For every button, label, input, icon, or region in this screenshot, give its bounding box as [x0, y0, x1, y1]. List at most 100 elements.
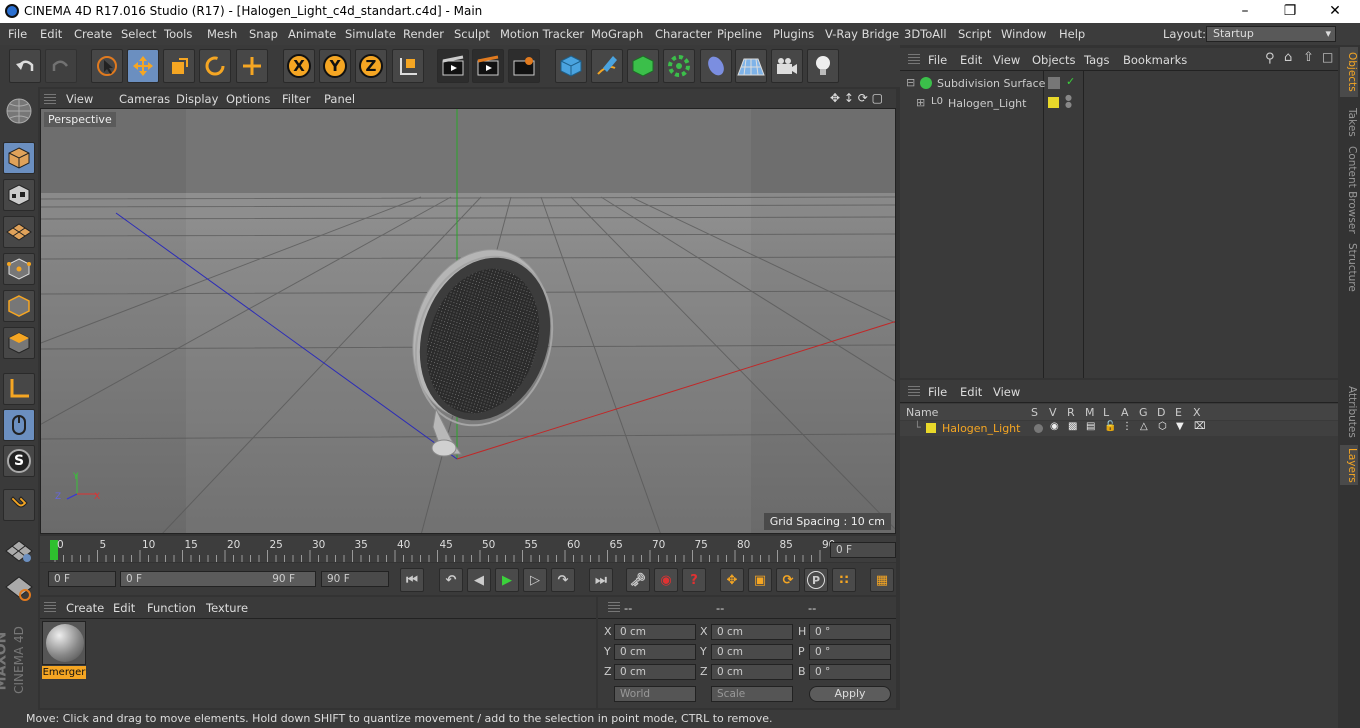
record-keys-button[interactable]: 🗝 [626, 568, 650, 592]
previous-frame-button[interactable]: ◀ [467, 568, 491, 592]
texture-mode-button[interactable] [3, 179, 35, 211]
add-cube-button[interactable] [555, 49, 587, 83]
tree-item[interactable]: ⊞ L0 Halogen_Light ● ● [900, 94, 1338, 112]
col-render[interactable]: R [1067, 406, 1075, 419]
generator-icon[interactable]: △ [1140, 421, 1148, 432]
layer-color-swatch[interactable] [926, 423, 936, 433]
arrow-up-icon[interactable]: ⇧ [1303, 50, 1314, 65]
drag-handle-icon[interactable] [44, 94, 56, 104]
go-to-start-button[interactable]: ⏮ [400, 568, 424, 592]
add-camera-button[interactable] [771, 49, 803, 83]
obj-menu-file[interactable]: File [928, 53, 947, 67]
record-rotation-button[interactable]: ⟳ [776, 568, 800, 592]
position-y-field[interactable]: 0 cm [614, 644, 696, 660]
new-window-icon[interactable]: □ [1322, 50, 1333, 64]
menu-snap[interactable]: Snap [249, 27, 278, 41]
vp-menu-filter[interactable]: Filter [282, 92, 310, 106]
vp-menu-display[interactable]: Display [176, 92, 218, 106]
record-parameter-button[interactable]: P [804, 568, 828, 592]
add-environment-button[interactable] [735, 49, 767, 83]
add-array-button[interactable] [663, 49, 695, 83]
obj-menu-view[interactable]: View [993, 53, 1020, 67]
recent-tool-button[interactable] [236, 49, 268, 83]
minimize-button[interactable]: – [1230, 2, 1260, 20]
animation-icon[interactable]: ⋮ [1122, 421, 1132, 432]
enable-workplane-button[interactable] [3, 534, 35, 566]
position-x-field[interactable]: 0 cm [614, 624, 696, 640]
layer-menu-file[interactable]: File [928, 385, 947, 399]
axis-mode-button[interactable] [3, 373, 35, 405]
apply-button[interactable]: Apply [809, 686, 891, 702]
layer-color-swatch[interactable] [1048, 97, 1059, 108]
xref-icon[interactable]: ⌧ [1194, 421, 1206, 432]
end-frame-field[interactable]: 90 F [321, 571, 389, 587]
polygons-mode-button[interactable] [3, 327, 35, 359]
menu-animate[interactable]: Animate [288, 27, 336, 41]
deformer-icon[interactable]: ⬡ [1158, 421, 1167, 432]
menu-sculpt[interactable]: Sculpt [454, 27, 490, 41]
tweak-mode-button[interactable] [3, 409, 35, 441]
position-z-field[interactable]: 0 cm [614, 664, 696, 680]
tree-item[interactable]: ⊟ Subdivision Surface ✓ [900, 74, 1338, 92]
col-view[interactable]: V [1049, 406, 1057, 419]
model-mode-button[interactable] [3, 142, 35, 174]
col-deformers[interactable]: D [1157, 406, 1165, 419]
tab-takes[interactable]: Takes [1340, 103, 1358, 141]
points-mode-button[interactable] [3, 253, 35, 285]
menu-character[interactable]: Character [655, 27, 712, 41]
solo-button[interactable]: S [3, 445, 35, 477]
z-axis-lock-button[interactable]: Z [355, 49, 387, 83]
layer-row[interactable]: └ Halogen_Light ◉ ▩ ▤ 🔓 ⋮ △ ⬡ ▼ ⌧ [900, 421, 1338, 436]
solo-toggle-icon[interactable] [1034, 424, 1043, 433]
rotation-p-field[interactable]: 0 ° [809, 644, 891, 660]
menu-create[interactable]: Create [74, 27, 112, 41]
vp-menu-cameras[interactable]: Cameras [119, 92, 170, 106]
move-tool-button[interactable] [127, 49, 159, 83]
record-position-button[interactable]: ✥ [720, 568, 744, 592]
redo-button[interactable] [45, 49, 77, 83]
tab-content-browser[interactable]: Content Browser [1340, 145, 1358, 235]
add-spline-button[interactable] [591, 49, 623, 83]
rotation-b-field[interactable]: 0 ° [809, 664, 891, 680]
mat-menu-edit[interactable]: Edit [113, 601, 135, 615]
material-swatch[interactable]: Emerger [42, 621, 86, 679]
tab-attributes[interactable]: Attributes [1340, 383, 1358, 441]
edges-mode-button[interactable] [3, 290, 35, 322]
obj-menu-bookmarks[interactable]: Bookmarks [1123, 53, 1187, 67]
snap-button[interactable] [3, 489, 35, 521]
drag-handle-icon[interactable] [44, 602, 56, 612]
current-frame-field[interactable]: 0 F [830, 542, 896, 558]
eye-icon[interactable]: ◉ [1050, 421, 1059, 432]
size-x-field[interactable]: 0 cm [711, 624, 793, 640]
go-to-previous-key-button[interactable]: ↶ [439, 568, 463, 592]
col-solo[interactable]: S [1031, 406, 1038, 419]
record-pla-button[interactable]: ∷ [832, 568, 856, 592]
menu-render[interactable]: Render [403, 27, 444, 41]
obj-menu-objects[interactable]: Objects [1032, 53, 1075, 67]
menu-mesh[interactable]: Mesh [207, 27, 237, 41]
maximize-button[interactable]: ❐ [1275, 2, 1305, 20]
render-icon[interactable]: ▩ [1068, 421, 1077, 432]
size-y-field[interactable]: 0 cm [711, 644, 793, 660]
col-xref[interactable]: X [1193, 406, 1201, 419]
col-manager[interactable]: M [1085, 406, 1095, 419]
collapse-icon[interactable]: ⊟ [906, 76, 915, 89]
menu-help[interactable]: Help [1059, 27, 1085, 41]
drag-handle-icon[interactable] [908, 386, 920, 396]
workplane-mode-button[interactable] [3, 216, 35, 248]
menu-file[interactable]: File [8, 27, 27, 41]
coordinate-mode-select[interactable]: World [614, 686, 696, 702]
menu-simulate[interactable]: Simulate [345, 27, 396, 41]
scale-tool-button[interactable] [163, 49, 195, 83]
drag-handle-icon[interactable] [908, 54, 920, 64]
visibility-dots-icon[interactable]: ● ● [1065, 94, 1072, 109]
mat-menu-function[interactable]: Function [147, 601, 196, 615]
add-nurbs-button[interactable] [627, 49, 659, 83]
autokeying-button[interactable]: ◉ [654, 568, 678, 592]
menu-edit[interactable]: Edit [40, 27, 62, 41]
go-to-next-key-button[interactable]: ↷ [551, 568, 575, 592]
3d-viewport[interactable]: Y X Z Perspective Grid Spacing : 10 cm [40, 108, 896, 534]
menu-plugins[interactable]: Plugins [773, 27, 814, 41]
timeline-ruler[interactable]: 0 5 10 15 20 25 30 35 40 45 50 55 60 65 70 75 80 85 90 0 F [40, 536, 896, 562]
col-animation[interactable]: A [1121, 406, 1129, 419]
